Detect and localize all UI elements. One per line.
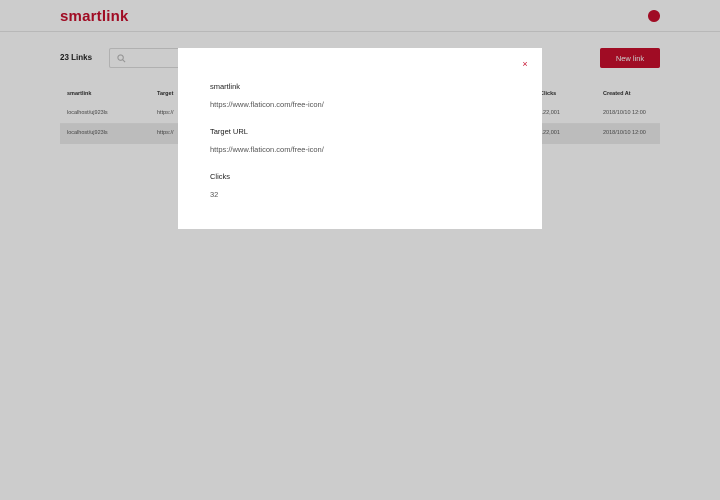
clicks-label: Clicks — [210, 172, 230, 181]
target-url-label: Target URL — [210, 127, 248, 136]
smartlink-label: smartlink — [210, 82, 241, 91]
smartlink-value: https://www.flaticon.com/free-icon/ — [210, 100, 324, 109]
link-details-modal — [178, 48, 542, 229]
close-icon[interactable]: × — [519, 58, 531, 70]
target-url-value: https://www.flaticon.com/free-icon/ — [210, 145, 324, 154]
clicks-value: 32 — [210, 190, 219, 199]
